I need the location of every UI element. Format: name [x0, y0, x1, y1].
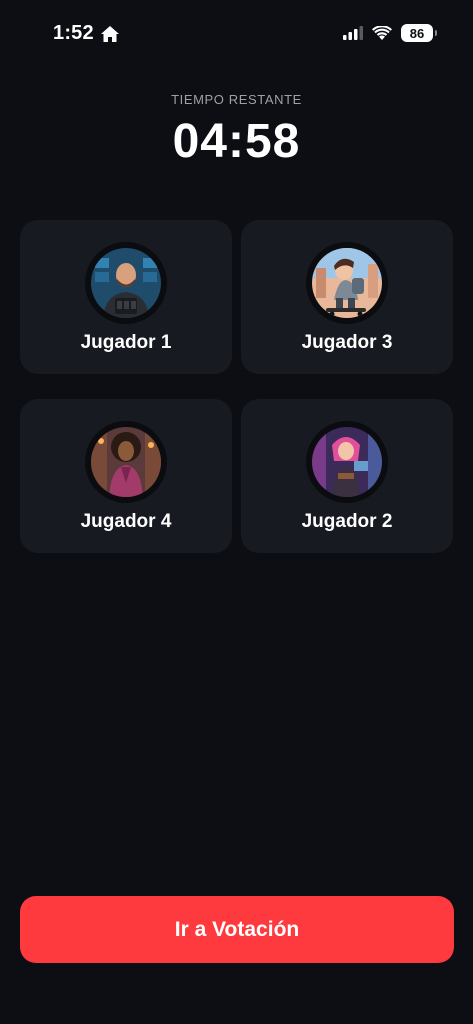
player-card-4[interactable]: Jugador 4: [20, 399, 232, 553]
status-bar: 1:52 86: [0, 0, 473, 70]
battery-icon: 86: [401, 24, 437, 42]
player-name: Jugador 2: [301, 511, 393, 532]
player-avatar: [91, 248, 161, 318]
status-indicators: 86: [343, 24, 437, 42]
avatar-ring: [306, 421, 388, 503]
boy-skateboard-backpack-avatar: [312, 248, 382, 318]
timer-label: TIEMPO RESTANTE: [171, 92, 302, 107]
wifi-icon: [372, 25, 392, 40]
battery-level: 86: [409, 25, 425, 41]
vote-button[interactable]: Ir a Votación: [20, 896, 454, 963]
woman-curly-hair-pink-coat-avatar: [91, 427, 161, 497]
bald-man-tactical-vest-avatar: [91, 248, 161, 318]
player-name: Jugador 3: [301, 332, 393, 353]
player-card-1[interactable]: Jugador 1: [20, 220, 232, 374]
avatar-ring: [85, 421, 167, 503]
avatar-ring: [85, 242, 167, 324]
avatar-ring: [306, 242, 388, 324]
players-grid: Jugador 1 Jugador 3 Jugador 4 Jugador 2: [20, 220, 453, 553]
player-card-2[interactable]: Jugador 2: [241, 399, 453, 553]
player-avatar: [312, 427, 382, 497]
status-time: 1:52: [53, 22, 94, 44]
player-name: Jugador 4: [80, 511, 172, 532]
player-avatar: [91, 427, 161, 497]
player-avatar: [312, 248, 382, 318]
timer-value: 04:58: [172, 115, 301, 168]
home-icon: [100, 25, 120, 43]
player-card-3[interactable]: Jugador 3: [241, 220, 453, 374]
signal-icon: [343, 26, 363, 40]
player-name: Jugador 1: [80, 332, 172, 353]
girl-pink-hair-hologram-avatar: [312, 427, 382, 497]
status-time-group: 1:52: [53, 22, 120, 45]
